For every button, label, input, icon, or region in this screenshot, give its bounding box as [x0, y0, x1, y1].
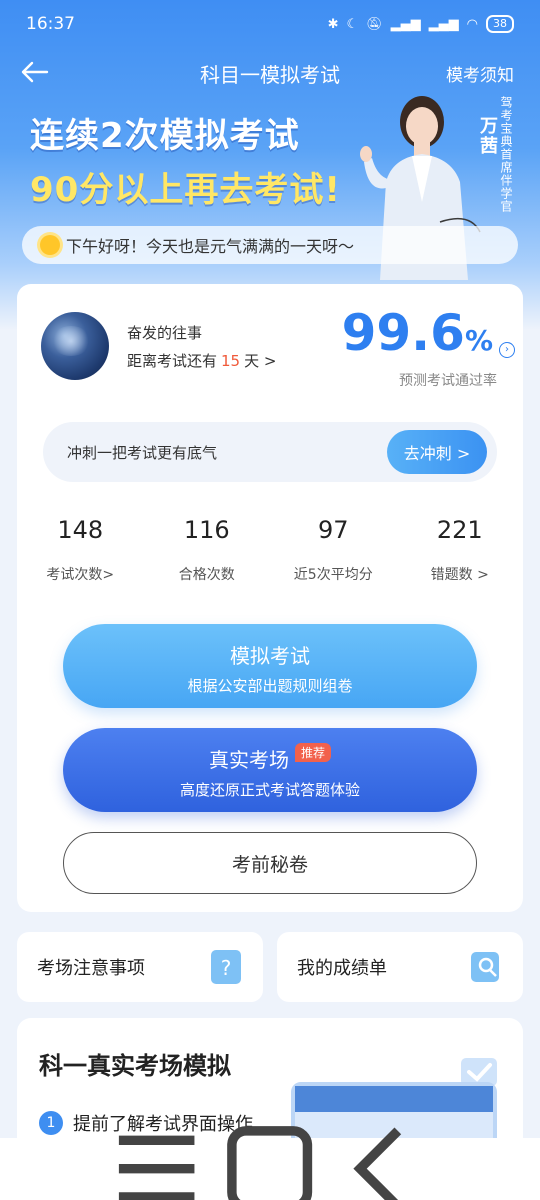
secret-paper-button[interactable]: 考前秘卷 [63, 832, 477, 894]
stat-value: 116 [183, 516, 230, 544]
mute-icon: 🔕︎ [366, 16, 383, 32]
greeting-text: 下午好呀！今天也是元气满满的一天呀～ [66, 237, 355, 256]
banner-headline: 连续2次模拟考试 [30, 116, 300, 156]
stat-label: 错题数 > [430, 567, 489, 583]
avatar[interactable] [41, 312, 109, 380]
score-report-label: 我的成绩单 [297, 958, 387, 979]
greeting-banner: 下午好呀！今天也是元气满满的一天呀～ [22, 226, 518, 264]
real-exam-title: 真实考场 [208, 748, 289, 772]
signal-icon-2: ▂▄▆ [428, 16, 459, 32]
mock-exam-subtitle: 根据公安部出题规则组卷 [187, 677, 353, 695]
banner-subheadline: 90分以上再去考试! [30, 170, 341, 210]
sun-icon [40, 235, 60, 255]
countdown-prefix: 距离考试还有 [127, 352, 218, 370]
chevron-right-icon[interactable]: › [499, 342, 515, 358]
stat-average-score: 97 近5次平均分 [270, 516, 397, 596]
signal-icon: ▂▄▆ [390, 16, 421, 32]
mock-exam-button[interactable]: 模拟考试 根据公安部出题规则组卷 [63, 624, 477, 708]
countdown-suffix: 天 > [244, 352, 277, 370]
exam-notice-label: 考场注意事项 [37, 958, 145, 979]
stat-wrong-count[interactable]: 221 错题数 > [397, 516, 524, 596]
exam-notice-card[interactable]: 考场注意事项 ? [17, 932, 263, 1002]
preview-header [295, 1086, 493, 1112]
pass-rate-number: 99.6 [341, 304, 465, 362]
exam-notice-link[interactable]: 模考须知 [446, 61, 514, 86]
menu-icon[interactable] [100, 1112, 213, 1200]
question-icon: ? [211, 950, 241, 984]
pass-rate-value[interactable]: 99.6% [342, 304, 493, 362]
home-icon[interactable] [213, 1112, 326, 1200]
nav-bar: 科目一模拟考试 模考须知 [0, 50, 540, 94]
section-title: 科一真实考场模拟 [39, 1052, 231, 1080]
stat-value: 148 [57, 516, 104, 544]
recommended-badge: 推荐 [294, 743, 331, 762]
presenter-title: 驾考宝典首席伴学官 [499, 96, 513, 213]
bluetooth-icon: ✱ [327, 16, 339, 32]
pass-rate-unit: % [464, 324, 493, 357]
exam-summary-card: 奋发的往事 距离考试还有 15 天 > 99.6% › 预测考试通过率 冲刺一把… [17, 284, 523, 912]
wifi-icon: ◠ [466, 16, 478, 32]
stat-label: 考试次数> [46, 567, 115, 583]
presenter-name: 万茜 [477, 116, 498, 156]
countdown-days: 15 [221, 351, 241, 370]
stat-label: 近5次平均分 [293, 567, 373, 583]
username: 奋发的往事 [127, 324, 203, 342]
stat-pass-count: 116 合格次数 [144, 516, 271, 596]
pass-rate-label: 预测考试通过率 [399, 373, 497, 389]
system-nav-bar [0, 1126, 540, 1200]
mock-exam-title: 模拟考试 [230, 644, 310, 668]
svg-text:?: ? [221, 956, 232, 980]
item-number-badge: 1 [39, 1111, 63, 1135]
stat-label: 合格次数 [178, 567, 235, 583]
sprint-text: 冲刺一把考试更有底气 [67, 443, 218, 462]
score-report-card[interactable]: 我的成绩单 [277, 932, 523, 1002]
status-bar: 16:37 ✱ ☾ 🔕︎ ▂▄▆ ▂▄▆ ◠ 38 [0, 0, 540, 48]
exam-countdown[interactable]: 距离考试还有 15 天 > [127, 350, 276, 371]
back-icon[interactable] [327, 1112, 440, 1200]
search-report-icon [471, 952, 499, 982]
status-time: 16:37 [26, 14, 75, 34]
stat-value: 97 [317, 516, 349, 544]
battery-indicator: 38 [486, 15, 514, 33]
stat-value: 221 [436, 516, 483, 544]
real-exam-button[interactable]: 真实考场 推荐 高度还原正式考试答题体验 [63, 728, 477, 812]
real-exam-subtitle: 高度还原正式考试答题体验 [179, 781, 360, 799]
sprint-banner: 冲刺一把考试更有底气 去冲刺 > [43, 422, 497, 482]
stats-row: 148 考试次数> 116 合格次数 97 近5次平均分 221 错题数 > [17, 516, 523, 596]
status-icons: ✱ ☾ 🔕︎ ▂▄▆ ▂▄▆ ◠ 38 [328, 15, 514, 33]
sprint-button[interactable]: 去冲刺 > [387, 430, 487, 474]
stat-exam-count[interactable]: 148 考试次数> [17, 516, 144, 596]
moon-icon: ☾ [346, 16, 359, 32]
